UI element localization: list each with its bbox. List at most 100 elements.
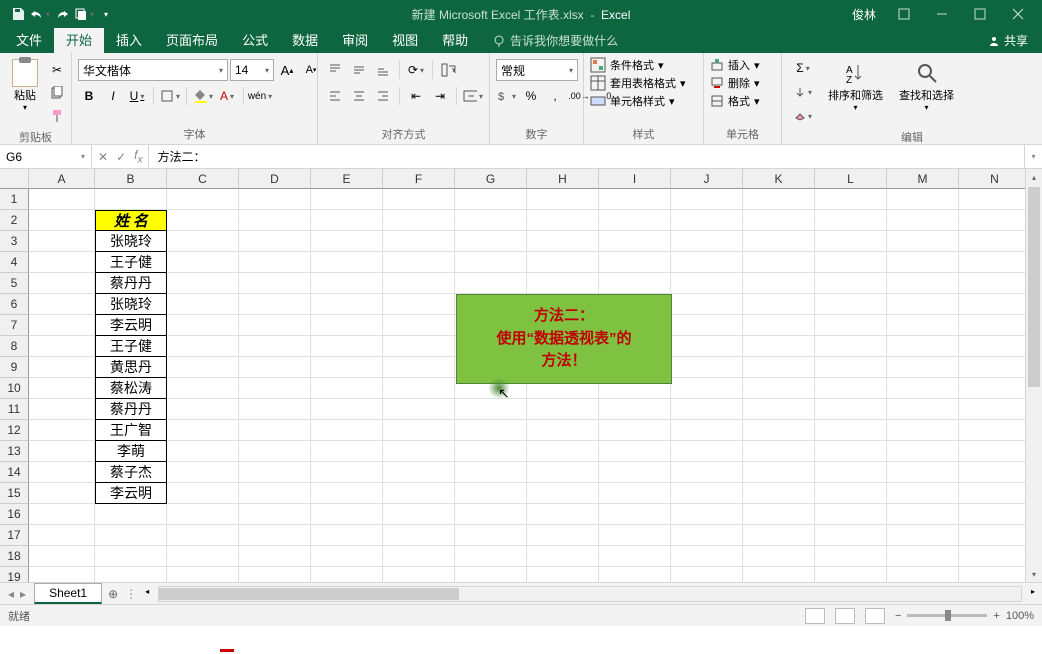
col-header-E[interactable]: E bbox=[311, 169, 383, 189]
insert-cells-button[interactable]: 插入 ▾ bbox=[710, 57, 760, 73]
tab-view[interactable]: 视图 bbox=[380, 26, 430, 53]
percent-icon[interactable]: % bbox=[520, 85, 542, 107]
undo-icon[interactable] bbox=[30, 4, 50, 24]
cell-H11[interactable] bbox=[527, 399, 599, 420]
cell-J6[interactable] bbox=[671, 294, 743, 315]
cell-D9[interactable] bbox=[239, 357, 311, 378]
cell-N8[interactable] bbox=[959, 336, 1031, 357]
cell-L11[interactable] bbox=[815, 399, 887, 420]
col-header-J[interactable]: J bbox=[671, 169, 743, 189]
cell-A13[interactable] bbox=[29, 441, 95, 462]
cell-D6[interactable] bbox=[239, 294, 311, 315]
cell-N15[interactable] bbox=[959, 483, 1031, 504]
tab-data[interactable]: 数据 bbox=[280, 26, 330, 53]
cell-H3[interactable] bbox=[527, 231, 599, 252]
expand-formula-icon[interactable]: ▾ bbox=[1024, 145, 1042, 168]
cell-A16[interactable] bbox=[29, 504, 95, 525]
cell-D8[interactable] bbox=[239, 336, 311, 357]
cell-J15[interactable] bbox=[671, 483, 743, 504]
cell-B3[interactable]: 张晓玲 bbox=[95, 231, 167, 252]
cell-F12[interactable] bbox=[383, 420, 455, 441]
cell-M14[interactable] bbox=[887, 462, 959, 483]
scroll-right-icon[interactable]: ▸ bbox=[1031, 587, 1035, 596]
font-name-combo[interactable]: 华文楷体▾ bbox=[78, 59, 228, 81]
cell-J17[interactable] bbox=[671, 525, 743, 546]
cell-L1[interactable] bbox=[815, 189, 887, 210]
cell-D10[interactable] bbox=[239, 378, 311, 399]
cell-H13[interactable] bbox=[527, 441, 599, 462]
tab-formulas[interactable]: 公式 bbox=[230, 26, 280, 53]
cell-F8[interactable] bbox=[383, 336, 455, 357]
cell-D14[interactable] bbox=[239, 462, 311, 483]
minimize-icon[interactable] bbox=[924, 0, 960, 28]
cell-A8[interactable] bbox=[29, 336, 95, 357]
worksheet-grid[interactable]: ABCDEFGHIJKLMN 1234567891011121314151617… bbox=[0, 169, 1042, 582]
cell-K4[interactable] bbox=[743, 252, 815, 273]
cell-A9[interactable] bbox=[29, 357, 95, 378]
cell-M5[interactable] bbox=[887, 273, 959, 294]
cell-K8[interactable] bbox=[743, 336, 815, 357]
scroll-left-icon[interactable]: ◂ bbox=[145, 587, 149, 596]
tab-home[interactable]: 开始 bbox=[54, 26, 104, 53]
cell-H14[interactable] bbox=[527, 462, 599, 483]
page-break-view-icon[interactable] bbox=[865, 608, 885, 624]
cell-C14[interactable] bbox=[167, 462, 239, 483]
cell-F3[interactable] bbox=[383, 231, 455, 252]
cell-C7[interactable] bbox=[167, 315, 239, 336]
cell-A14[interactable] bbox=[29, 462, 95, 483]
cell-K14[interactable] bbox=[743, 462, 815, 483]
cell-G16[interactable] bbox=[455, 504, 527, 525]
cell-N12[interactable] bbox=[959, 420, 1031, 441]
cell-M10[interactable] bbox=[887, 378, 959, 399]
cell-K18[interactable] bbox=[743, 546, 815, 567]
cell-A6[interactable] bbox=[29, 294, 95, 315]
cell-F16[interactable] bbox=[383, 504, 455, 525]
increase-indent-icon[interactable]: ⇥ bbox=[429, 85, 451, 107]
cell-L7[interactable] bbox=[815, 315, 887, 336]
cell-L17[interactable] bbox=[815, 525, 887, 546]
cell-E6[interactable] bbox=[311, 294, 383, 315]
font-color-icon[interactable]: A bbox=[216, 85, 238, 107]
cell-C5[interactable] bbox=[167, 273, 239, 294]
cell-G14[interactable] bbox=[455, 462, 527, 483]
cell-C9[interactable] bbox=[167, 357, 239, 378]
col-header-A[interactable]: A bbox=[29, 169, 95, 189]
tab-review[interactable]: 审阅 bbox=[330, 26, 380, 53]
save-icon[interactable] bbox=[8, 4, 28, 24]
format-painter-icon[interactable] bbox=[46, 105, 68, 127]
cell-L13[interactable] bbox=[815, 441, 887, 462]
col-header-N[interactable]: N bbox=[959, 169, 1031, 189]
cell-B8[interactable]: 王子健 bbox=[95, 336, 167, 357]
font-size-combo[interactable]: 14▾ bbox=[230, 59, 274, 81]
cell-M17[interactable] bbox=[887, 525, 959, 546]
conditional-format-button[interactable]: 条件格式 ▾ bbox=[590, 57, 664, 73]
close-icon[interactable] bbox=[1000, 0, 1036, 28]
cell-M4[interactable] bbox=[887, 252, 959, 273]
col-header-I[interactable]: I bbox=[599, 169, 671, 189]
cell-F9[interactable] bbox=[383, 357, 455, 378]
cell-A12[interactable] bbox=[29, 420, 95, 441]
sheet-nav-next-icon[interactable]: ▸ bbox=[20, 587, 26, 601]
cell-N4[interactable] bbox=[959, 252, 1031, 273]
cell-B11[interactable]: 蔡丹丹 bbox=[95, 399, 167, 420]
border-icon[interactable] bbox=[159, 85, 181, 107]
cell-D2[interactable] bbox=[239, 210, 311, 231]
cell-K17[interactable] bbox=[743, 525, 815, 546]
cell-B17[interactable] bbox=[95, 525, 167, 546]
align-middle-icon[interactable] bbox=[348, 59, 370, 81]
cell-D16[interactable] bbox=[239, 504, 311, 525]
row-header-6[interactable]: 6 bbox=[0, 294, 29, 315]
align-left-icon[interactable] bbox=[324, 85, 346, 107]
cell-K7[interactable] bbox=[743, 315, 815, 336]
cell-C4[interactable] bbox=[167, 252, 239, 273]
row-header-3[interactable]: 3 bbox=[0, 231, 29, 252]
fx-icon[interactable]: fx bbox=[134, 148, 142, 165]
cell-F2[interactable] bbox=[383, 210, 455, 231]
delete-cells-button[interactable]: 删除 ▾ bbox=[710, 75, 760, 91]
cell-K13[interactable] bbox=[743, 441, 815, 462]
cell-J11[interactable] bbox=[671, 399, 743, 420]
cell-G12[interactable] bbox=[455, 420, 527, 441]
cell-G11[interactable] bbox=[455, 399, 527, 420]
vscroll-thumb[interactable] bbox=[1028, 187, 1040, 387]
cancel-formula-icon[interactable]: ✕ bbox=[98, 150, 108, 164]
